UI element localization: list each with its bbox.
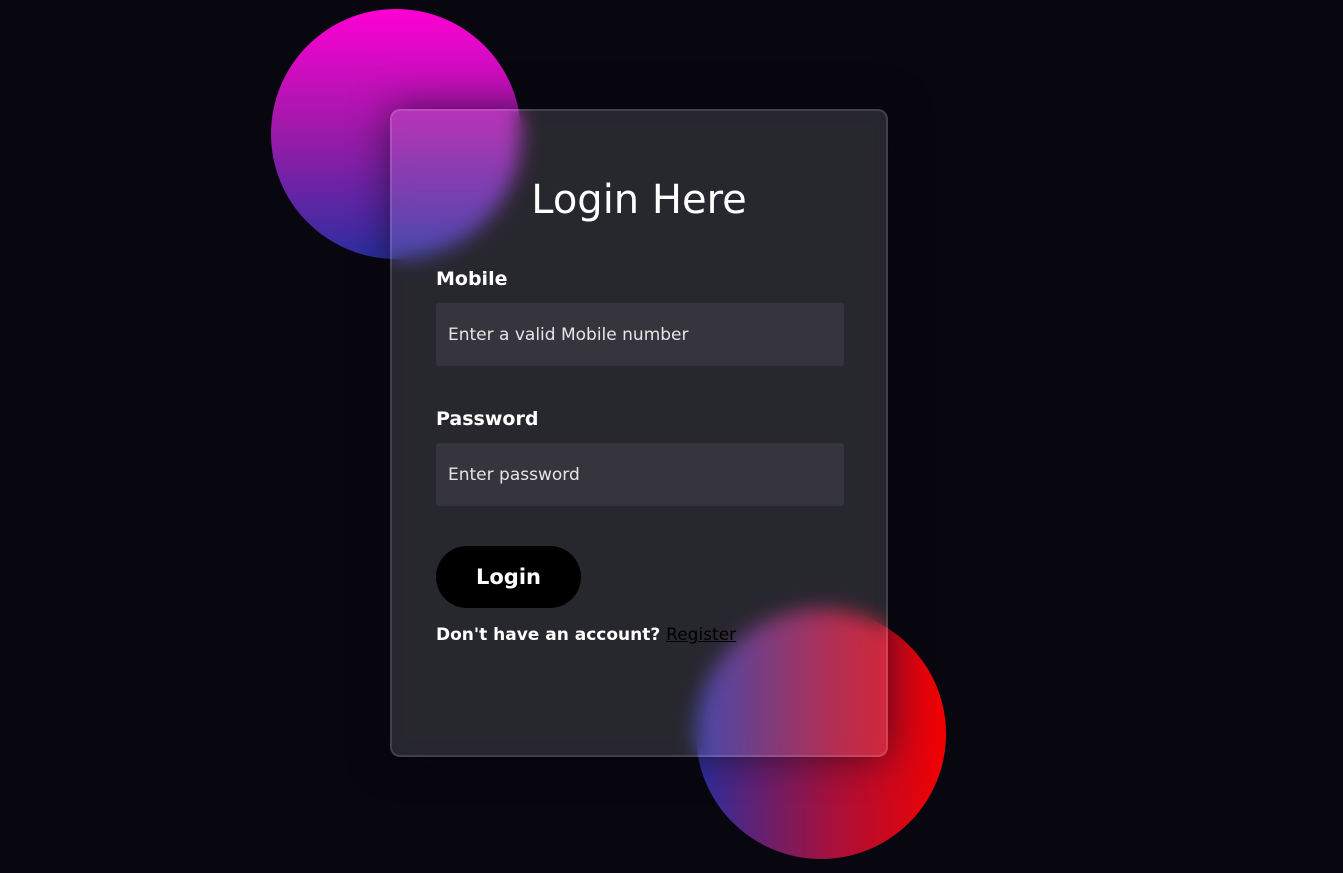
register-link[interactable]: Register (666, 625, 736, 645)
login-page: Login Here Mobile Password Login Don't h… (0, 0, 1343, 873)
password-label: Password (436, 408, 539, 430)
register-prompt-text: Don't have an account? (436, 625, 661, 645)
login-button[interactable]: Login (436, 546, 581, 608)
form-title: Login Here (531, 177, 747, 223)
mobile-label: Mobile (436, 268, 508, 290)
register-prompt-line: Don't have an account? Register (436, 623, 736, 647)
password-input[interactable] (436, 443, 844, 506)
mobile-input[interactable] (436, 303, 844, 366)
login-form: Login Here Mobile Password Login Don't h… (390, 109, 888, 757)
